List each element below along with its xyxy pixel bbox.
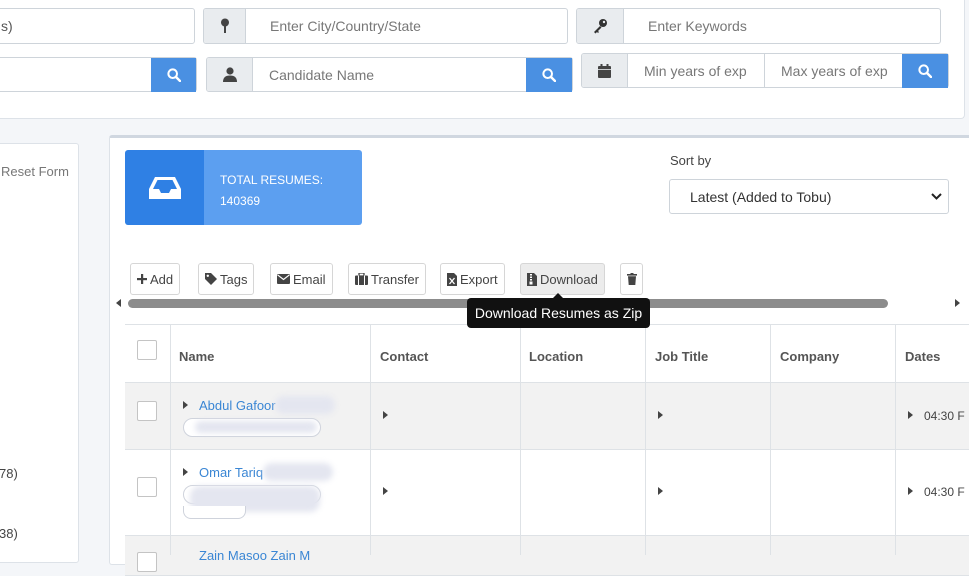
search-icon: [166, 68, 181, 82]
total-resumes-label: TOTAL RESUMES:: [220, 173, 324, 187]
column-divider: [370, 325, 371, 555]
add-label: Add: [150, 271, 174, 287]
select-all-checkbox[interactable]: [137, 340, 157, 360]
redacted-name: [275, 396, 335, 414]
table-row: Omar Tariq 04:30 F: [125, 450, 969, 536]
sort-select[interactable]: Latest (Added to Tobu): [669, 179, 949, 214]
contact-caret-icon[interactable]: [383, 487, 388, 495]
download-tooltip: Download Resumes as Zip: [467, 293, 650, 328]
file-archive-icon: [527, 272, 537, 286]
results-panel: TOTAL RESUMES: 140369 Sort by Latest (Ad…: [109, 135, 969, 576]
export-label: Export: [460, 271, 498, 287]
download-label: Download: [540, 271, 598, 287]
filter-count-1: 78): [0, 466, 18, 481]
contact-caret-icon[interactable]: [383, 411, 388, 419]
keywords-placeholder: Enter Keywords: [648, 18, 747, 34]
search-button-2[interactable]: [526, 58, 572, 92]
column-divider: [170, 325, 171, 555]
column-header-dates[interactable]: Dates: [905, 349, 940, 364]
briefcase-icon: [355, 273, 368, 285]
column-divider: [520, 325, 521, 555]
job-title-caret-icon[interactable]: [658, 487, 663, 495]
add-button[interactable]: Add: [130, 263, 181, 295]
trash-icon: [626, 273, 637, 285]
filter-panel: Reset Form 78) 38): [0, 143, 79, 563]
delete-button[interactable]: [620, 263, 643, 295]
column-header-name[interactable]: Name: [179, 349, 214, 364]
column-header-location[interactable]: Location: [529, 349, 583, 364]
tag-icon: [205, 273, 217, 285]
calendar-icon: [582, 54, 628, 87]
envelope-icon: [277, 274, 290, 284]
dates-caret-icon[interactable]: [908, 411, 913, 419]
email-label: Email: [293, 271, 326, 287]
column-divider: [645, 325, 646, 555]
search-icon: [918, 64, 932, 78]
candidate-name-link[interactable]: Omar Tariq: [199, 465, 263, 480]
filter-count-2: 38): [0, 526, 18, 541]
job-title-caret-icon[interactable]: [658, 411, 663, 419]
sort-by-label: Sort by: [670, 153, 712, 168]
column-header-job-title[interactable]: Job Title: [655, 349, 708, 364]
min-exp-input[interactable]: Min years of exp: [628, 54, 765, 87]
location-input[interactable]: Enter City/Country/State: [203, 8, 568, 44]
search-field-1-value: s): [1, 18, 13, 34]
dates-caret-icon[interactable]: [908, 487, 913, 495]
experience-range: Min years of exp Max years of exp: [581, 53, 949, 88]
candidate-name-input[interactable]: Candidate Name: [206, 57, 573, 92]
scroll-right-arrow[interactable]: [955, 299, 960, 307]
table-row: Abdul Gafoor 04:30 F: [125, 383, 969, 450]
export-button[interactable]: Export: [440, 263, 505, 295]
total-resumes-card: TOTAL RESUMES: 140369: [125, 150, 362, 225]
column-header-contact[interactable]: Contact: [380, 349, 428, 364]
expand-caret-icon[interactable]: [183, 468, 188, 476]
sort-selected: Latest (Added to Tobu): [690, 188, 832, 205]
date-value: 04:30 F: [924, 409, 965, 423]
plus-icon: [137, 274, 147, 284]
download-button[interactable]: Download: [520, 263, 605, 295]
email-button[interactable]: Email: [270, 263, 333, 295]
search-button-3[interactable]: [902, 54, 948, 88]
max-exp-input[interactable]: Max years of exp: [765, 63, 888, 79]
transfer-label: Transfer: [371, 271, 419, 287]
chevron-down-icon: [931, 193, 942, 200]
keywords-input[interactable]: Enter Keywords: [576, 8, 941, 44]
reset-form-link[interactable]: Reset Form: [1, 164, 69, 179]
total-resumes-value: 140369: [220, 194, 261, 208]
row-checkbox[interactable]: [137, 401, 157, 421]
row-checkbox[interactable]: [137, 477, 157, 497]
candidate-name-link[interactable]: Abdul Gafoor: [199, 398, 276, 413]
tags-label: Tags: [220, 271, 248, 287]
user-icon: [207, 58, 253, 91]
search-button-1[interactable]: [151, 58, 196, 92]
inbox-icon: [125, 150, 204, 225]
scroll-left-arrow[interactable]: [116, 299, 121, 307]
candidate-name-link[interactable]: Zain Masoo Zain M: [199, 548, 310, 563]
column-divider: [770, 325, 771, 555]
file-excel-icon: [447, 272, 457, 286]
table-header-row: Name Contact Location Job Title Company …: [125, 325, 969, 383]
search-icon: [542, 68, 556, 82]
key-icon: [577, 9, 624, 43]
redacted-tag-text: [195, 421, 317, 433]
expand-caret-icon[interactable]: [183, 401, 188, 409]
candidate-tag: [183, 506, 246, 519]
tags-button[interactable]: Tags: [198, 263, 255, 295]
search-field-1[interactable]: s): [0, 8, 195, 44]
redacted-name: [263, 463, 333, 481]
transfer-button[interactable]: Transfer: [348, 263, 426, 295]
location-placeholder: Enter City/Country/State: [270, 18, 421, 34]
table-row: Zain Masoo Zain M: [125, 536, 969, 576]
date-value: 04:30 F: [924, 485, 965, 499]
map-pin-icon: [204, 9, 246, 43]
resumes-table: Name Contact Location Job Title Company …: [125, 324, 969, 576]
candidate-placeholder: Candidate Name: [269, 66, 375, 83]
row-checkbox[interactable]: [137, 552, 157, 572]
column-header-company[interactable]: Company: [780, 349, 839, 364]
column-divider: [895, 325, 896, 555]
